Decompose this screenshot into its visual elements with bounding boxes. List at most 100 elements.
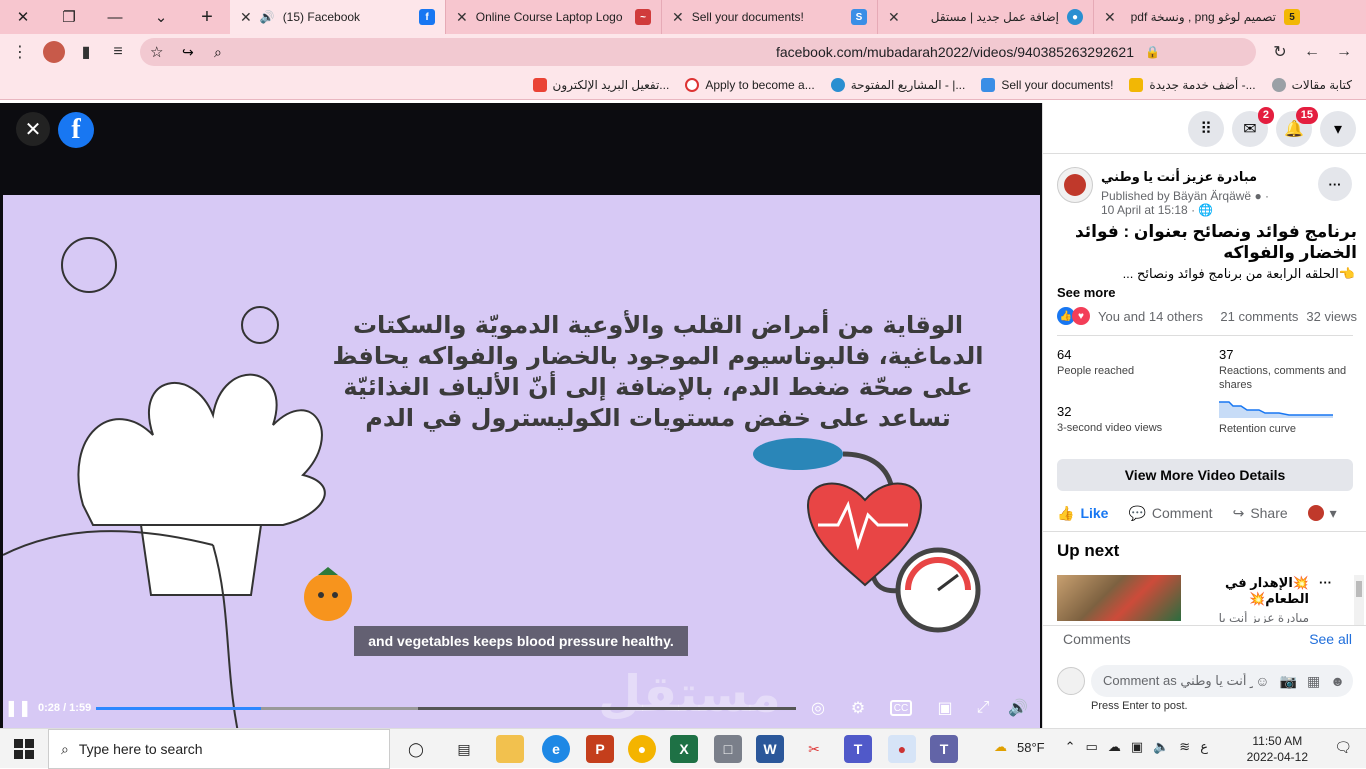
bookmark-item[interactable]: كتابة مقالات <box>1271 77 1352 92</box>
profile-avatar[interactable] <box>38 36 70 68</box>
file-explorer-icon[interactable] <box>496 735 524 763</box>
tab-mostaql-add[interactable]: ✕ إضافة عمل جديد | مستقل ● <box>878 0 1094 34</box>
minimize-window-icon[interactable]: — <box>92 0 138 34</box>
reload-icon[interactable]: ↻ <box>1264 36 1296 68</box>
cloud-icon[interactable]: ☁ <box>1108 739 1121 755</box>
close-window-icon[interactable]: ✕ <box>0 0 46 34</box>
snipping-icon[interactable]: ✂ <box>800 735 828 763</box>
notifications-bell-icon[interactable]: 🔔 15 <box>1276 107 1318 147</box>
bookmark-item[interactable]: Sell your documents! <box>981 77 1113 92</box>
tab-facebook[interactable]: ✕ 🔊 (15) Facebook f <box>230 0 446 34</box>
side-panel-icon[interactable]: ▮ <box>70 36 102 68</box>
closed-captions-icon[interactable]: CC <box>890 700 912 716</box>
bookmark-item[interactable]: المشاريع المفتوحة - |... <box>830 77 965 92</box>
omnibox[interactable]: ☆ ↪ ⌕ facebook.com/mubadarah2022/videos/… <box>140 38 1256 66</box>
chrome-icon[interactable]: ● <box>628 735 656 763</box>
forward-icon[interactable]: → <box>1328 36 1360 68</box>
lock-icon[interactable]: 🔒 <box>1145 45 1160 59</box>
app-icon[interactable]: □ <box>714 735 742 763</box>
page-name[interactable]: مبادرة عزيز أنت يا وطني <box>1101 169 1257 185</box>
love-reaction-icon[interactable]: ♥ <box>1072 307 1090 325</box>
scrollbar-thumb[interactable] <box>1356 581 1362 597</box>
help-icon[interactable]: ● <box>1254 189 1261 203</box>
account-dropdown-icon[interactable]: ▾ <box>1320 111 1356 147</box>
powerpoint-icon[interactable]: P <box>586 735 614 763</box>
chevron-up-icon[interactable]: ⌃ <box>1065 739 1076 755</box>
settings-gear-icon[interactable]: ⚙ <box>846 696 870 720</box>
emoji-icon[interactable]: ☺ <box>1255 673 1269 690</box>
taskbar-search[interactable]: ⌕ Type here to search <box>48 729 390 769</box>
weather-temp[interactable]: 58°F <box>1017 740 1045 755</box>
share-button[interactable]: ↪ Share <box>1233 505 1288 522</box>
fullscreen-icon[interactable]: ⤢ <box>971 696 995 720</box>
close-tab-icon[interactable]: ✕ <box>240 9 252 26</box>
edge-icon[interactable]: e <box>542 735 570 763</box>
word-icon[interactable]: W <box>756 735 784 763</box>
new-tab-button[interactable]: + <box>184 0 230 34</box>
tab-logo-design[interactable]: ✕ تصميم لوغو png , ونسخة pdf 5 <box>1094 0 1310 34</box>
share-icon[interactable]: ↪ <box>182 44 194 61</box>
close-tab-icon[interactable]: ✕ <box>888 9 900 26</box>
up-next-thumbnail[interactable] <box>1057 575 1181 621</box>
caption-bubble-icon[interactable]: ◎ <box>806 696 830 720</box>
back-icon[interactable]: ← <box>1296 36 1328 68</box>
pause-icon[interactable]: ❚❚ <box>5 696 32 720</box>
battery-icon[interactable]: ▭ <box>1086 739 1098 755</box>
restore-window-icon[interactable]: ❐ <box>46 0 92 34</box>
teams-icon[interactable]: T <box>844 735 872 763</box>
comment-button[interactable]: 💬 Comment <box>1128 505 1212 522</box>
excel-icon[interactable]: X <box>670 735 698 763</box>
reaction-profile-selector[interactable]: ▾ <box>1307 505 1337 522</box>
tab-search-icon[interactable]: ⌄ <box>138 0 184 34</box>
comment-input[interactable]: Comment as مبادرة عزيز أنت يا وطني ☺ 📷 ▦… <box>1091 665 1353 697</box>
gif-icon[interactable]: ▦ <box>1307 673 1320 690</box>
teams-chat-icon[interactable]: T <box>930 735 958 763</box>
network-icon[interactable]: ▣ <box>1131 739 1143 755</box>
bookmark-item[interactable]: أضف خدمة جديدة -... <box>1129 77 1256 92</box>
video-progress-bar[interactable] <box>96 707 796 710</box>
view-more-details-button[interactable]: View More Video Details <box>1057 459 1353 491</box>
camera-icon[interactable]: 📷 <box>1280 673 1297 690</box>
picture-in-picture-icon[interactable]: ▣ <box>933 696 957 720</box>
sticker-icon[interactable]: ☻ <box>1330 673 1345 690</box>
close-tab-icon[interactable]: ✕ <box>672 9 684 26</box>
bookmark-star-icon[interactable]: ☆ <box>150 43 163 61</box>
page-avatar[interactable] <box>1057 167 1093 203</box>
see-all-link[interactable]: See all <box>1309 631 1352 647</box>
url-text[interactable]: facebook.com/mubadarah2022/videos/940385… <box>776 44 1134 60</box>
task-view-icon[interactable]: ◯ <box>402 735 430 763</box>
comments-count[interactable]: 21 comments <box>1220 309 1298 324</box>
chrome-profile-icon[interactable]: ● <box>888 735 916 763</box>
widgets-icon[interactable]: ▤ <box>450 735 478 763</box>
messenger-icon[interactable]: ✉ 2 <box>1232 107 1274 147</box>
see-more-link[interactable]: See more <box>1057 285 1116 300</box>
volume-icon[interactable]: 🔊 <box>1006 696 1030 720</box>
wifi-icon[interactable]: ≋ <box>1179 739 1190 755</box>
close-video-icon[interactable]: ✕ <box>16 112 50 146</box>
tab-online-course[interactable]: ✕ Online Course Laptop Logo ~ <box>446 0 662 34</box>
volume-tray-icon[interactable]: 🔈 <box>1153 739 1169 755</box>
facebook-logo-icon[interactable]: f <box>58 112 94 148</box>
bookmark-item[interactable]: Apply to become a... <box>685 77 815 92</box>
reading-list-icon[interactable]: ≡ <box>102 36 134 68</box>
close-tab-icon[interactable]: ✕ <box>456 9 468 26</box>
like-button[interactable]: 👍 Like <box>1057 505 1108 522</box>
reactions-text[interactable]: You and 14 others <box>1098 309 1203 324</box>
bookmark-item[interactable]: تفعيل البريد الإلكترون... <box>532 77 669 92</box>
up-next-options-icon[interactable]: ··· <box>1319 575 1332 590</box>
up-next-title[interactable]: 💥الإهدار في الطعام💥 <box>1189 575 1309 607</box>
windows-start-icon[interactable] <box>14 739 34 759</box>
post-date[interactable]: 10 April at 15:18 · 🌐 <box>1101 203 1213 217</box>
notification-center-icon[interactable]: 🗨 <box>1334 739 1352 756</box>
language-indicator[interactable]: ع <box>1200 739 1208 755</box>
post-options-button[interactable]: ··· <box>1318 167 1352 201</box>
menu-dots-icon[interactable]: ⋮ <box>4 36 36 68</box>
scrollbar[interactable] <box>1354 575 1364 625</box>
tab-sell-documents[interactable]: ✕ Sell your documents! S <box>662 0 878 34</box>
video-player[interactable]: ✕ f الوقاية من أمراض القلب والأوعية الدم… <box>0 103 1042 728</box>
zoom-icon[interactable]: ⌕ <box>214 44 222 61</box>
taskbar-clock[interactable]: 11:50 AM 2022-04-12 <box>1247 733 1308 765</box>
weather-icon[interactable]: ☁ <box>994 739 1007 755</box>
menu-grid-icon[interactable]: ⠿ <box>1188 111 1224 147</box>
close-tab-icon[interactable]: ✕ <box>1104 9 1116 26</box>
